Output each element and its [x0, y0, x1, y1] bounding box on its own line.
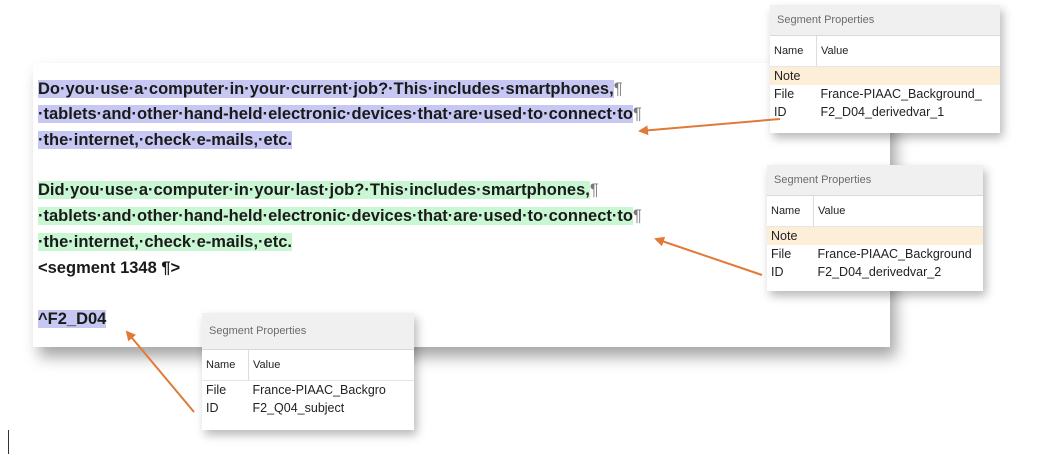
- arrow-to-paragraph-2: [654, 236, 763, 276]
- text-cursor: [8, 430, 9, 454]
- arrow-to-tag-code: [125, 330, 195, 413]
- arrow-to-paragraph-1: [638, 118, 781, 136]
- callout-arrows: [125, 118, 781, 413]
